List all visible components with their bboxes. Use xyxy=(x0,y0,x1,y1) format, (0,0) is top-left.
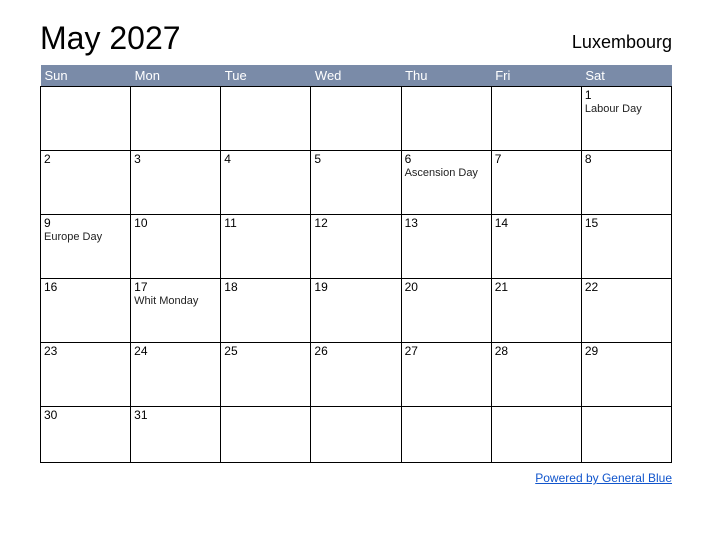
day-number: 19 xyxy=(314,280,397,294)
day-number: 27 xyxy=(405,344,488,358)
calendar-cell: 10 xyxy=(131,215,221,279)
calendar-cell xyxy=(221,87,311,151)
calendar-cell: 25 xyxy=(221,343,311,407)
calendar-cell: 14 xyxy=(491,215,581,279)
day-number: 30 xyxy=(44,408,127,422)
day-number: 29 xyxy=(585,344,668,358)
calendar-cell xyxy=(131,87,221,151)
calendar-cell: 21 xyxy=(491,279,581,343)
calendar-row: 23456Ascension Day78 xyxy=(41,151,672,215)
day-number: 5 xyxy=(314,152,397,166)
day-number: 21 xyxy=(495,280,578,294)
calendar-cell xyxy=(311,407,401,463)
calendar-cell: 6Ascension Day xyxy=(401,151,491,215)
day-number: 22 xyxy=(585,280,668,294)
event-label: Ascension Day xyxy=(405,167,488,179)
day-number: 2 xyxy=(44,152,127,166)
day-number: 23 xyxy=(44,344,127,358)
day-number: 7 xyxy=(495,152,578,166)
day-header-sun: Sun xyxy=(41,65,131,87)
calendar-cell: 18 xyxy=(221,279,311,343)
calendar-cell xyxy=(491,407,581,463)
calendar-cell: 20 xyxy=(401,279,491,343)
calendar-cell: 8 xyxy=(581,151,671,215)
day-number: 4 xyxy=(224,152,307,166)
calendar-cell xyxy=(401,87,491,151)
day-number: 15 xyxy=(585,216,668,230)
day-number: 6 xyxy=(405,152,488,166)
powered-by-link[interactable]: Powered by General Blue xyxy=(535,471,672,485)
day-number: 20 xyxy=(405,280,488,294)
calendar-cell xyxy=(581,407,671,463)
day-number: 8 xyxy=(585,152,668,166)
calendar-row: 9Europe Day101112131415 xyxy=(41,215,672,279)
calendar-cell: 16 xyxy=(41,279,131,343)
calendar-cell: 29 xyxy=(581,343,671,407)
calendar-cell: 30 xyxy=(41,407,131,463)
day-number: 1 xyxy=(585,88,668,102)
day-number: 9 xyxy=(44,216,127,230)
calendar-cell: 27 xyxy=(401,343,491,407)
calendar-cell: 1Labour Day xyxy=(581,87,671,151)
calendar-cell: 26 xyxy=(311,343,401,407)
calendar-cell xyxy=(221,407,311,463)
day-header-wed: Wed xyxy=(311,65,401,87)
calendar-cell: 17Whit Monday xyxy=(131,279,221,343)
calendar-cell: 12 xyxy=(311,215,401,279)
day-header-sat: Sat xyxy=(581,65,671,87)
day-number: 25 xyxy=(224,344,307,358)
calendar-cell: 2 xyxy=(41,151,131,215)
calendar-cell: 9Europe Day xyxy=(41,215,131,279)
day-header-fri: Fri xyxy=(491,65,581,87)
calendar-cell xyxy=(311,87,401,151)
calendar-row: 23 24 25 26 27 28 29 xyxy=(41,343,672,407)
calendar-row: 30 31 xyxy=(41,407,672,463)
calendar-cell: 15 xyxy=(581,215,671,279)
day-number: 11 xyxy=(224,216,307,230)
day-number: 14 xyxy=(495,216,578,230)
calendar-cell: 3 xyxy=(131,151,221,215)
country-label: Luxembourg xyxy=(572,32,672,57)
calendar-row: 1Labour Day xyxy=(41,87,672,151)
day-header-mon: Mon xyxy=(131,65,221,87)
day-number: 17 xyxy=(134,280,217,294)
calendar-cell: 11 xyxy=(221,215,311,279)
day-number: 31 xyxy=(134,408,217,422)
calendar-cell xyxy=(401,407,491,463)
calendar-cell xyxy=(491,87,581,151)
calendar-cell: 23 xyxy=(41,343,131,407)
day-header-tue: Tue xyxy=(221,65,311,87)
event-label: Labour Day xyxy=(585,103,668,115)
calendar-header: May 2027 Luxembourg xyxy=(40,20,672,57)
day-number: 10 xyxy=(134,216,217,230)
calendar-cell: 22 xyxy=(581,279,671,343)
month-year-title: May 2027 xyxy=(40,20,181,57)
calendar-cell: 4 xyxy=(221,151,311,215)
calendar-row: 1617Whit Monday1819202122 xyxy=(41,279,672,343)
day-header-row: Sun Mon Tue Wed Thu Fri Sat xyxy=(41,65,672,87)
calendar-cell: 28 xyxy=(491,343,581,407)
day-number: 12 xyxy=(314,216,397,230)
event-label: Europe Day xyxy=(44,231,127,243)
calendar-cell: 13 xyxy=(401,215,491,279)
day-number: 16 xyxy=(44,280,127,294)
day-header-thu: Thu xyxy=(401,65,491,87)
day-number: 13 xyxy=(405,216,488,230)
day-number: 28 xyxy=(495,344,578,358)
event-label: Whit Monday xyxy=(134,295,217,307)
calendar-cell: 19 xyxy=(311,279,401,343)
day-number: 3 xyxy=(134,152,217,166)
calendar-cell: 5 xyxy=(311,151,401,215)
day-number: 26 xyxy=(314,344,397,358)
day-number: 24 xyxy=(134,344,217,358)
calendar-cell xyxy=(41,87,131,151)
calendar-body: 1Labour Day23456Ascension Day789Europe D… xyxy=(41,87,672,463)
footer: Powered by General Blue xyxy=(40,469,672,487)
calendar-cell: 24 xyxy=(131,343,221,407)
day-number: 18 xyxy=(224,280,307,294)
calendar-cell: 7 xyxy=(491,151,581,215)
calendar-grid: Sun Mon Tue Wed Thu Fri Sat 1Labour Day 2… xyxy=(40,65,672,463)
calendar-cell: 31 xyxy=(131,407,221,463)
